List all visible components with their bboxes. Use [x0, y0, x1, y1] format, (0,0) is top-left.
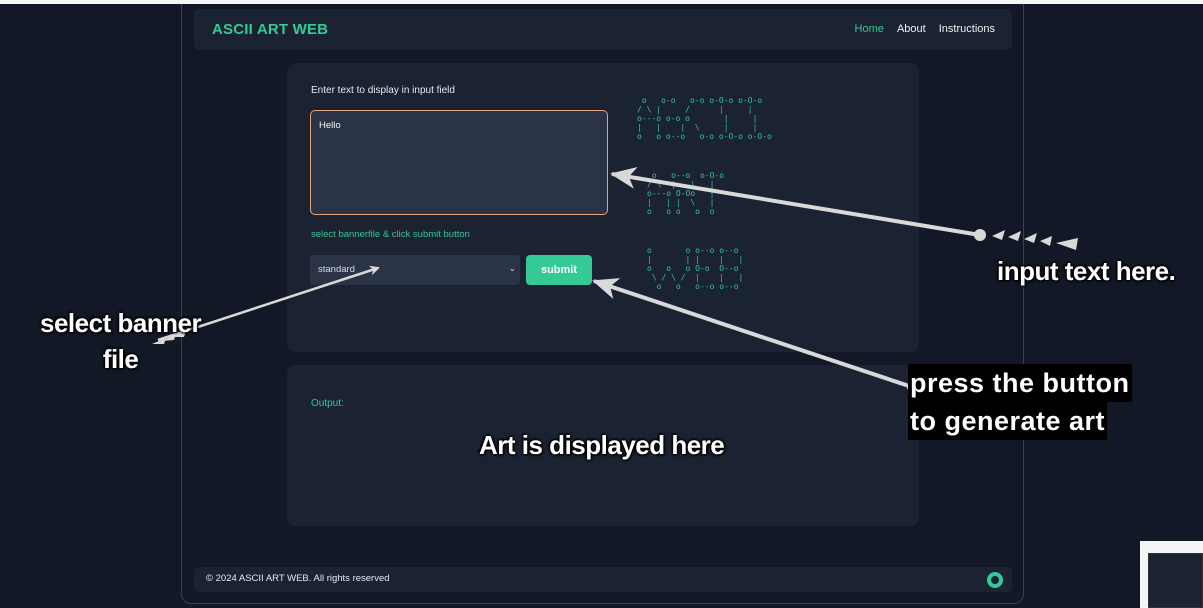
annotation-art-display: Art is displayed here: [479, 430, 725, 460]
annotation-input-text: input text here.: [997, 256, 1176, 286]
chevron-down-icon: ⌄: [508, 263, 516, 273]
nav-about[interactable]: About: [897, 23, 926, 35]
text-input[interactable]: Hello: [310, 110, 608, 215]
select-hint-label: select bannerfile & click submit button: [311, 229, 470, 240]
ascii-art-preview-ascii: o o-o o-o o-O-o o-O-o / \ | / | | o---o …: [637, 96, 772, 141]
ascii-art-preview-art: o o--o o-O-o / \ | | | o---o O-Oo | | | …: [647, 171, 725, 216]
banner-select[interactable]: standard ⌄: [310, 255, 520, 285]
annotation-select-line1: select banner: [40, 308, 202, 338]
brand-logo[interactable]: ASCII ART WEB: [212, 21, 328, 38]
submit-button[interactable]: submit: [526, 255, 592, 285]
github-icon[interactable]: [987, 572, 1003, 588]
screenshot-thumbnail[interactable]: [1140, 541, 1203, 608]
input-card: Enter text to display in input field Hel…: [287, 63, 919, 352]
navbar: ASCII ART WEB Home About Instructions: [194, 9, 1012, 50]
input-prompt-label: Enter text to display in input field: [311, 85, 455, 96]
annotation-press-line2: to generate art: [908, 402, 1108, 440]
nav-links: Home About Instructions: [845, 23, 995, 35]
thumbnail-preview: [1148, 553, 1203, 608]
banner-select-value: standard: [318, 264, 355, 275]
footer: © 2024 ASCII ART WEB. All rights reserve…: [194, 567, 1012, 592]
annotation-select-line2: file: [102, 344, 139, 374]
annotation-press-line1: press the button: [908, 364, 1132, 402]
annotation-press-button: press the button to generate art: [908, 364, 1132, 440]
output-label: Output:: [311, 398, 344, 409]
annotation-select-banner: select banner file: [40, 305, 202, 377]
nav-instructions[interactable]: Instructions: [939, 23, 995, 35]
copyright-text: © 2024 ASCII ART WEB. All rights reserve…: [206, 573, 390, 584]
nav-home[interactable]: Home: [855, 23, 884, 35]
ascii-art-preview-web: o o o--o o--o | | | | | o o o O-o O--o \…: [647, 246, 744, 291]
